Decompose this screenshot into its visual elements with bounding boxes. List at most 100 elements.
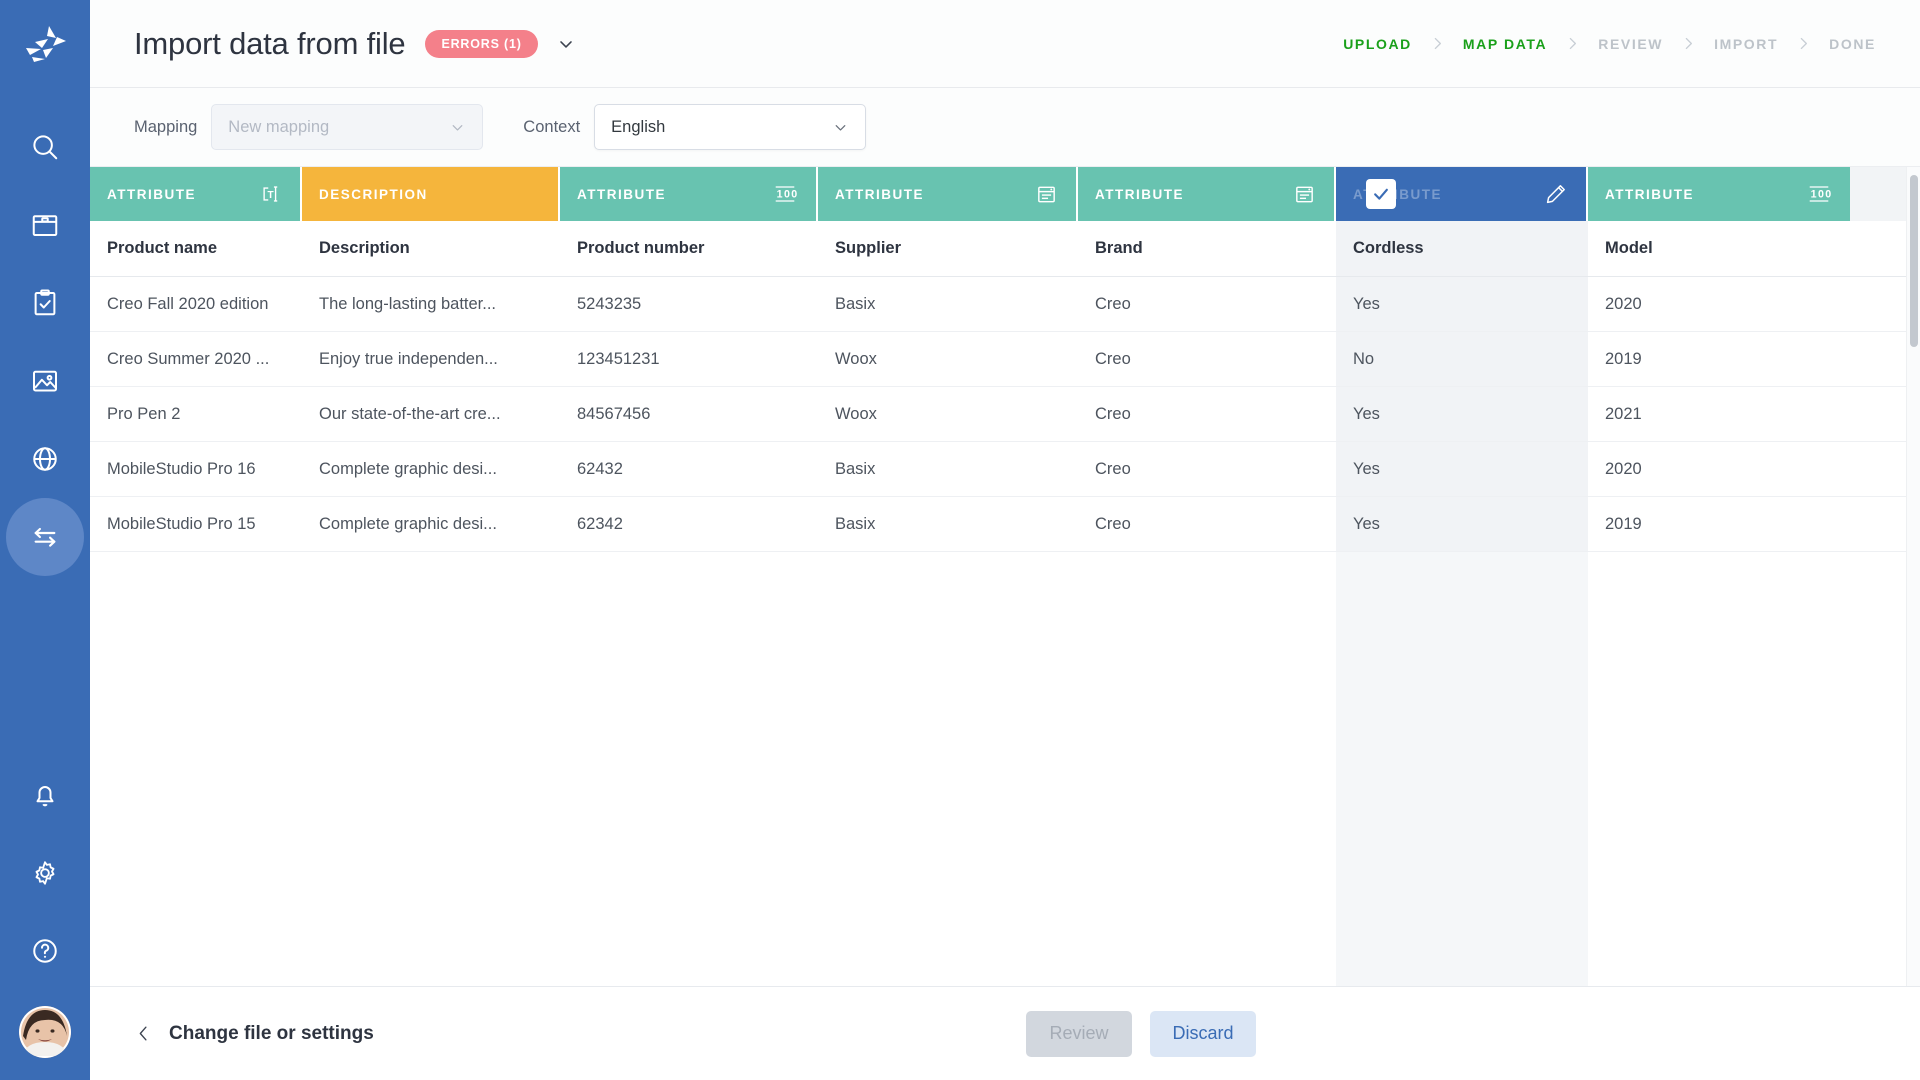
avatar[interactable]	[19, 1006, 71, 1058]
cell-brand: Creo	[1078, 442, 1336, 497]
step-import[interactable]: IMPORT	[1714, 36, 1778, 52]
cell-cordless: No	[1336, 332, 1588, 387]
cell-supplier: Woox	[818, 387, 1078, 442]
cell-model: 2019	[1588, 497, 1850, 552]
sidebar-item-products[interactable]	[6, 186, 84, 264]
sidebar-item-search[interactable]	[6, 108, 84, 186]
mapping-select[interactable]: New mapping	[211, 104, 483, 150]
sidebar-item-import-export[interactable]	[6, 498, 84, 576]
sidebar-item-channels[interactable]	[6, 420, 84, 498]
context-select[interactable]: English	[594, 104, 866, 150]
chevron-right-icon	[1795, 35, 1812, 52]
column-header-5-selected[interactable]: ATTRIBUTE	[1336, 167, 1588, 221]
review-button[interactable]: Review	[1026, 1011, 1132, 1057]
column-header-4[interactable]: ATTRIBUTE	[1078, 167, 1336, 221]
help-icon	[30, 936, 60, 966]
field-name-row: Product name Description Product number …	[90, 221, 1906, 277]
chevron-left-icon	[134, 1024, 153, 1043]
step-upload[interactable]: UPLOAD	[1343, 36, 1412, 52]
column-attribute-label: ATTRIBUTE	[107, 187, 196, 202]
text-field-icon[interactable]: T	[260, 183, 282, 205]
cell-product-name: MobileStudio Pro 16	[90, 442, 302, 497]
select-list-icon[interactable]	[1035, 183, 1058, 206]
sidebar-item-tasks[interactable]	[6, 264, 84, 342]
column-header-6[interactable]: ATTRIBUTE 100	[1588, 167, 1850, 221]
cell-product-number: 5243235	[560, 277, 818, 332]
sidebar-item-notifications[interactable]	[6, 756, 84, 834]
table-row[interactable]: Creo Summer 2020 ... Enjoy true independ…	[90, 332, 1906, 387]
cell-product-name: Pro Pen 2	[90, 387, 302, 442]
bell-icon	[30, 780, 60, 810]
cell-product-number: 84567456	[560, 387, 818, 442]
table-row[interactable]: Creo Fall 2020 edition The long-lasting …	[90, 277, 1906, 332]
empty-col	[302, 552, 560, 986]
empty-col	[1588, 552, 1850, 986]
column-header-1[interactable]: DESCRIPTION	[302, 167, 560, 221]
context-label: Context	[523, 118, 580, 137]
column-header-2[interactable]: ATTRIBUTE 100	[560, 167, 818, 221]
field-header-supplier: Supplier	[818, 221, 1078, 277]
mapping-select-value: New mapping	[228, 118, 329, 137]
top-bar: Import data from file ERRORS (1) UPLOAD …	[90, 0, 1920, 88]
column-select-checkbox[interactable]	[1366, 179, 1396, 209]
column-header-3[interactable]: ATTRIBUTE	[818, 167, 1078, 221]
chevron-down-icon	[449, 119, 466, 136]
cell-description: Complete graphic desi...	[302, 497, 560, 552]
pencil-icon[interactable]	[1544, 182, 1568, 206]
cell-cordless: Yes	[1336, 277, 1588, 332]
cell-description: Complete graphic desi...	[302, 442, 560, 497]
column-description-label: DESCRIPTION	[319, 187, 428, 202]
step-map-data[interactable]: MAP DATA	[1463, 36, 1547, 52]
svg-text:T: T	[268, 190, 276, 201]
chevron-down-icon	[832, 119, 849, 136]
step-review[interactable]: REVIEW	[1598, 36, 1663, 52]
row-filler	[1850, 497, 1906, 552]
column-attribute-label: ATTRIBUTE	[1605, 187, 1694, 202]
cell-brand: Creo	[1078, 387, 1336, 442]
column-header-0[interactable]: ATTRIBUTE T	[90, 167, 302, 221]
number-icon[interactable]: 100	[772, 183, 798, 205]
table-row[interactable]: MobileStudio Pro 15 Complete graphic des…	[90, 497, 1906, 552]
empty-col	[560, 552, 818, 986]
import-export-icon	[29, 521, 61, 553]
change-file-or-settings-link[interactable]: Change file or settings	[134, 1023, 374, 1045]
cell-product-number: 62342	[560, 497, 818, 552]
table-vertical-scrollbar[interactable]	[1906, 167, 1920, 986]
app-logo[interactable]	[0, 0, 90, 88]
cell-product-name: Creo Summer 2020 ...	[90, 332, 302, 387]
number-icon[interactable]: 100	[1806, 183, 1832, 205]
mapping-label: Mapping	[134, 118, 197, 137]
errors-expand-button[interactable]	[556, 34, 576, 54]
cell-product-name: Creo Fall 2020 edition	[90, 277, 302, 332]
step-done[interactable]: DONE	[1829, 36, 1876, 52]
cell-description: Our state-of-the-art cre...	[302, 387, 560, 442]
cell-cordless: Yes	[1336, 442, 1588, 497]
chevron-right-icon	[1680, 35, 1697, 52]
cell-description: Enjoy true independen...	[302, 332, 560, 387]
cell-description: The long-lasting batter...	[302, 277, 560, 332]
cell-cordless: Yes	[1336, 497, 1588, 552]
svg-text:100: 100	[1811, 189, 1832, 201]
field-header-cordless: Cordless	[1336, 221, 1588, 277]
row-filler	[1850, 221, 1906, 277]
chevron-down-icon	[556, 34, 576, 54]
mapping-controls: Mapping New mapping Context English	[90, 88, 1920, 166]
sidebar-item-help[interactable]	[6, 912, 84, 990]
chevron-right-icon	[1429, 35, 1446, 52]
table-row[interactable]: MobileStudio Pro 16 Complete graphic des…	[90, 442, 1906, 497]
sidebar-item-settings[interactable]	[6, 834, 84, 912]
table-row[interactable]: Pro Pen 2 Our state-of-the-art cre... 84…	[90, 387, 1906, 442]
errors-badge[interactable]: ERRORS (1)	[425, 30, 537, 58]
sidebar-bottom-nav	[0, 756, 90, 1058]
cell-supplier: Basix	[818, 442, 1078, 497]
cell-brand: Creo	[1078, 497, 1336, 552]
discard-button[interactable]: Discard	[1150, 1011, 1256, 1057]
footer-bar: Change file or settings Review Discard	[90, 986, 1920, 1080]
select-list-icon[interactable]	[1293, 183, 1316, 206]
scrollbar-thumb[interactable]	[1910, 175, 1918, 347]
sidebar-item-assets[interactable]	[6, 342, 84, 420]
field-header-description: Description	[302, 221, 560, 277]
search-icon	[30, 132, 60, 162]
row-filler	[1850, 387, 1906, 442]
mapping-table: ATTRIBUTE T DESCRIPTION	[90, 166, 1920, 986]
